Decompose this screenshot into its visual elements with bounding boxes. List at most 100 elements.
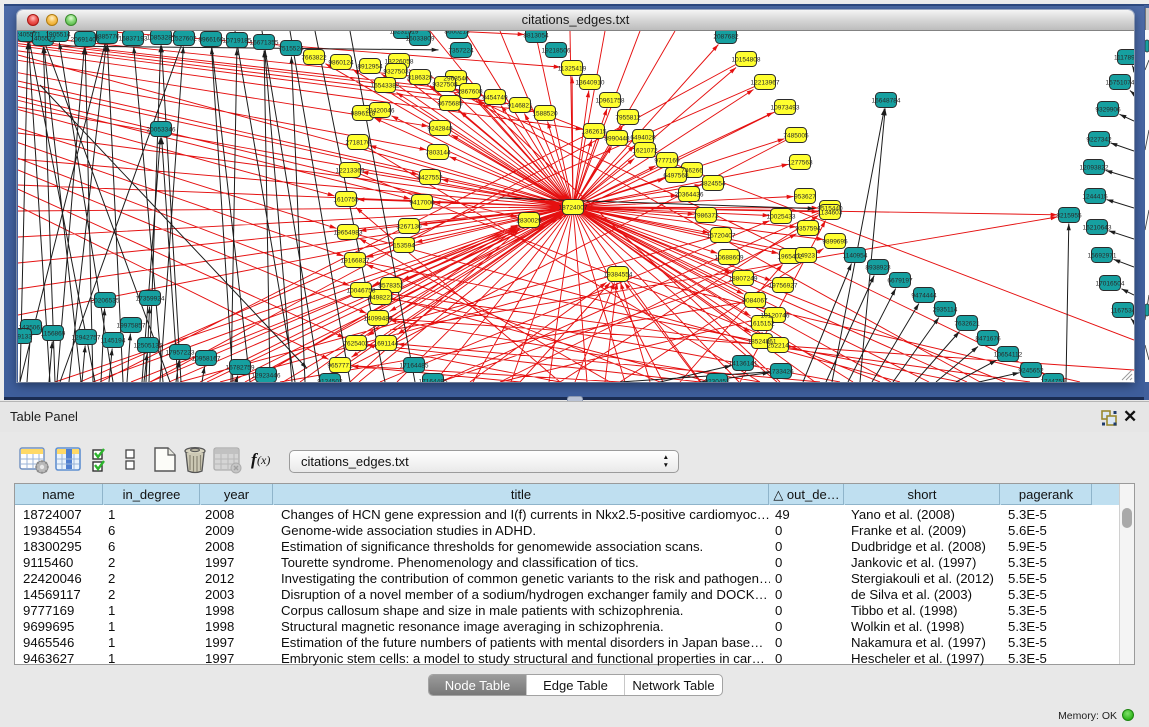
svg-text:16671355: 16671355 bbox=[250, 40, 279, 47]
svg-text:19384554: 19384554 bbox=[604, 272, 633, 279]
svg-text:19218506: 19218506 bbox=[542, 48, 571, 55]
svg-text:9146821: 9146821 bbox=[507, 103, 533, 110]
svg-text:10973493: 10973493 bbox=[771, 105, 800, 112]
svg-text:7515524: 7515524 bbox=[278, 46, 304, 53]
svg-text:15751074: 15751074 bbox=[1106, 80, 1134, 87]
svg-text:10154808: 10154808 bbox=[732, 57, 761, 64]
svg-text:7632621: 7632621 bbox=[954, 321, 980, 328]
svg-text:1621072: 1621072 bbox=[632, 148, 658, 155]
svg-text:20053346: 20053346 bbox=[147, 127, 176, 134]
svg-text:2935114: 2935114 bbox=[933, 307, 958, 314]
svg-text:8912954: 8912954 bbox=[357, 64, 383, 71]
svg-text:10654112: 10654112 bbox=[994, 352, 1023, 359]
svg-text:18724007: 18724007 bbox=[559, 205, 588, 212]
svg-text:9124502: 9124502 bbox=[317, 379, 343, 383]
svg-text:8813054: 8813054 bbox=[523, 33, 549, 40]
svg-text:(x): (x) bbox=[257, 453, 270, 467]
svg-text:8454749: 8454749 bbox=[482, 95, 508, 102]
svg-text:9885776: 9885776 bbox=[94, 34, 120, 41]
svg-text:13226058: 13226058 bbox=[385, 59, 414, 66]
svg-text:16543382: 16543382 bbox=[371, 83, 400, 90]
svg-text:2867608: 2867608 bbox=[457, 89, 483, 96]
svg-text:9657771: 9657771 bbox=[327, 363, 353, 370]
svg-text:1156869: 1156869 bbox=[41, 331, 66, 338]
svg-text:1145194: 1145194 bbox=[101, 338, 126, 345]
svg-text:14099489: 14099489 bbox=[364, 316, 393, 323]
svg-text:10719185: 10719185 bbox=[223, 38, 252, 45]
svg-text:14923: 14923 bbox=[797, 253, 815, 260]
svg-text:1277563: 1277563 bbox=[787, 160, 813, 167]
svg-text:252214: 252214 bbox=[767, 343, 789, 350]
svg-text:15720407: 15720407 bbox=[707, 233, 736, 240]
svg-text:1167534: 1167534 bbox=[1111, 308, 1134, 315]
svg-text:14136141: 14136141 bbox=[729, 361, 758, 368]
svg-text:17359924: 17359924 bbox=[136, 296, 165, 303]
svg-text:16837193: 16837193 bbox=[119, 36, 148, 43]
svg-text:9498222: 9498222 bbox=[368, 295, 394, 302]
svg-text:1744753: 1744753 bbox=[1040, 379, 1066, 383]
svg-text:16648784: 16648784 bbox=[872, 98, 901, 105]
svg-text:8578352: 8578352 bbox=[378, 283, 404, 290]
svg-text:12213369: 12213369 bbox=[336, 168, 365, 175]
svg-text:7955812: 7955812 bbox=[615, 115, 641, 122]
svg-text:9245652: 9245652 bbox=[1018, 368, 1044, 375]
svg-text:11325419: 11325419 bbox=[558, 66, 587, 73]
svg-text:10961758: 10961758 bbox=[596, 98, 625, 105]
svg-text:10046758: 10046758 bbox=[347, 288, 376, 295]
svg-text:1140954: 1140954 bbox=[843, 253, 868, 260]
svg-text:1244415: 1244415 bbox=[1082, 194, 1108, 201]
svg-text:19975857: 19975857 bbox=[117, 323, 146, 330]
svg-text:2830029: 2830029 bbox=[516, 218, 542, 225]
svg-text:939133: 939133 bbox=[18, 334, 32, 341]
svg-text:1905514: 1905514 bbox=[45, 32, 71, 39]
svg-text:10025433: 10025433 bbox=[767, 214, 796, 221]
svg-text:20206535: 20206535 bbox=[91, 298, 120, 305]
svg-text:8471676: 8471676 bbox=[975, 336, 1001, 343]
svg-text:10688609: 10688609 bbox=[715, 255, 744, 262]
svg-text:9242848: 9242848 bbox=[427, 126, 453, 133]
svg-text:9327503: 9327503 bbox=[383, 69, 409, 76]
svg-text:9777169: 9777169 bbox=[654, 158, 680, 165]
svg-text:8966160: 8966160 bbox=[198, 37, 224, 44]
svg-text:19654983: 19654983 bbox=[334, 230, 363, 237]
svg-text:8186328: 8186328 bbox=[407, 75, 433, 82]
svg-text:8427552: 8427552 bbox=[417, 175, 443, 182]
svg-text:13640910: 13640910 bbox=[576, 80, 605, 87]
svg-text:16033809: 16033809 bbox=[406, 36, 435, 43]
svg-text:9417006: 9417006 bbox=[409, 200, 435, 207]
svg-text:17016504: 17016504 bbox=[1096, 281, 1125, 288]
svg-text:8938923: 8938923 bbox=[865, 265, 891, 272]
svg-text:10958167: 10958167 bbox=[192, 356, 221, 363]
svg-text:2087682: 2087682 bbox=[713, 34, 739, 41]
svg-text:12093822: 12093822 bbox=[1080, 165, 1109, 172]
svg-text:6679197: 6679197 bbox=[887, 278, 913, 285]
svg-text:12505135: 12505135 bbox=[134, 343, 163, 350]
svg-text:10120746: 10120746 bbox=[761, 313, 790, 320]
svg-text:12923446: 12923446 bbox=[252, 373, 281, 380]
svg-text:1134603: 1134603 bbox=[818, 210, 843, 217]
svg-text:19166827: 19166827 bbox=[341, 258, 370, 265]
svg-text:1610755: 1610755 bbox=[333, 197, 359, 204]
svg-text:17164485: 17164485 bbox=[419, 379, 448, 383]
svg-text:2718176: 2718176 bbox=[345, 140, 371, 147]
svg-text:9327508: 9327508 bbox=[432, 82, 458, 89]
svg-text:8990448: 8990448 bbox=[604, 136, 630, 143]
svg-text:16782759: 16782759 bbox=[226, 365, 255, 372]
svg-text:3675685: 3675685 bbox=[437, 101, 463, 108]
svg-text:9474444: 9474444 bbox=[911, 293, 937, 300]
svg-text:7803144: 7803144 bbox=[425, 150, 451, 157]
svg-text:8215955: 8215955 bbox=[1056, 213, 1082, 220]
svg-text:9329906: 9329906 bbox=[1095, 107, 1121, 114]
svg-text:8600213: 8600213 bbox=[444, 31, 470, 36]
svg-text:9860124: 9860124 bbox=[328, 60, 354, 67]
svg-text:1615152: 1615152 bbox=[749, 321, 775, 328]
svg-text:1691144: 1691144 bbox=[374, 341, 399, 348]
svg-text:17164485: 17164485 bbox=[400, 363, 429, 370]
svg-text:12213967: 12213967 bbox=[751, 80, 780, 87]
svg-text:17957223: 17957223 bbox=[166, 350, 195, 357]
svg-text:6497568: 6497568 bbox=[663, 173, 689, 180]
svg-text:7625402: 7625402 bbox=[343, 341, 369, 348]
svg-text:23420046: 23420046 bbox=[366, 108, 395, 115]
svg-text:953627: 953627 bbox=[794, 194, 816, 201]
svg-text:153594: 153594 bbox=[393, 243, 415, 250]
